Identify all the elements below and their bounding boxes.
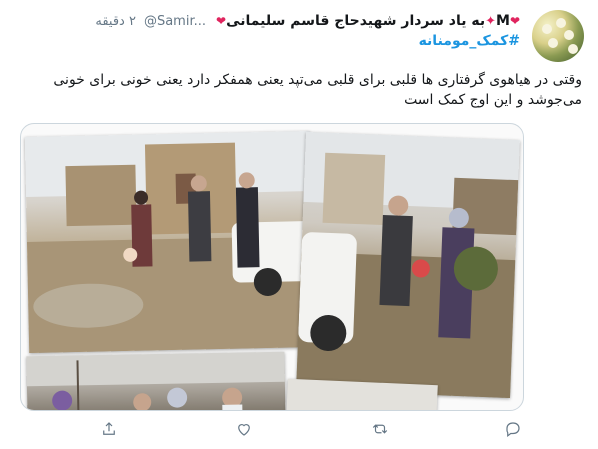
photo-handing-supplies bbox=[296, 131, 520, 399]
retweet-icon bbox=[372, 424, 388, 434]
share-button[interactable] bbox=[97, 417, 121, 441]
tweet-header: ۲ دقیقه @Samir... ❤M✦به یاد سردار شهیدحا… bbox=[95, 11, 520, 31]
reply-button[interactable] bbox=[501, 417, 525, 441]
photo-handing-supplies-illustration bbox=[296, 131, 520, 399]
photo-village-street-illustration bbox=[24, 131, 315, 353]
tweet-card[interactable]: ۲ دقیقه @Samir... ❤M✦به یاد سردار شهیدحا… bbox=[0, 0, 598, 449]
tweet-actions bbox=[0, 415, 598, 445]
tweet-text: وقتی در هیاهوی گرفتاری ها قلبی برای قلبی… bbox=[53, 72, 582, 108]
heart-emoji-icon: ❤ bbox=[509, 14, 520, 28]
photo-strip-partial bbox=[286, 378, 438, 410]
like-icon bbox=[238, 424, 250, 436]
display-name-letter: M bbox=[496, 13, 510, 29]
media-collage[interactable] bbox=[20, 123, 524, 411]
display-name-text: به یاد سردار شهیدحاج قاسم سلیمانی bbox=[226, 13, 486, 29]
photo-village-street bbox=[24, 131, 315, 353]
photo-group-masks-illustration bbox=[26, 351, 285, 410]
display-name[interactable]: ❤M✦به یاد سردار شهیدحاج قاسم سلیمانی❤ bbox=[216, 13, 520, 29]
retweet-button[interactable] bbox=[368, 417, 392, 441]
share-icon bbox=[103, 422, 115, 435]
like-button[interactable] bbox=[232, 417, 256, 441]
avatar[interactable] bbox=[532, 10, 584, 62]
maple-leaf-icon: ✦ bbox=[485, 14, 496, 29]
photo-group-masks bbox=[26, 351, 286, 410]
user-handle[interactable]: @Samir... bbox=[144, 14, 206, 29]
tweet-time[interactable]: ۲ دقیقه bbox=[95, 14, 136, 29]
hashtag-link[interactable]: #کمک_مومنانه bbox=[419, 33, 520, 49]
reply-icon bbox=[506, 422, 520, 437]
heart-emoji-icon: ❤ bbox=[216, 14, 227, 28]
